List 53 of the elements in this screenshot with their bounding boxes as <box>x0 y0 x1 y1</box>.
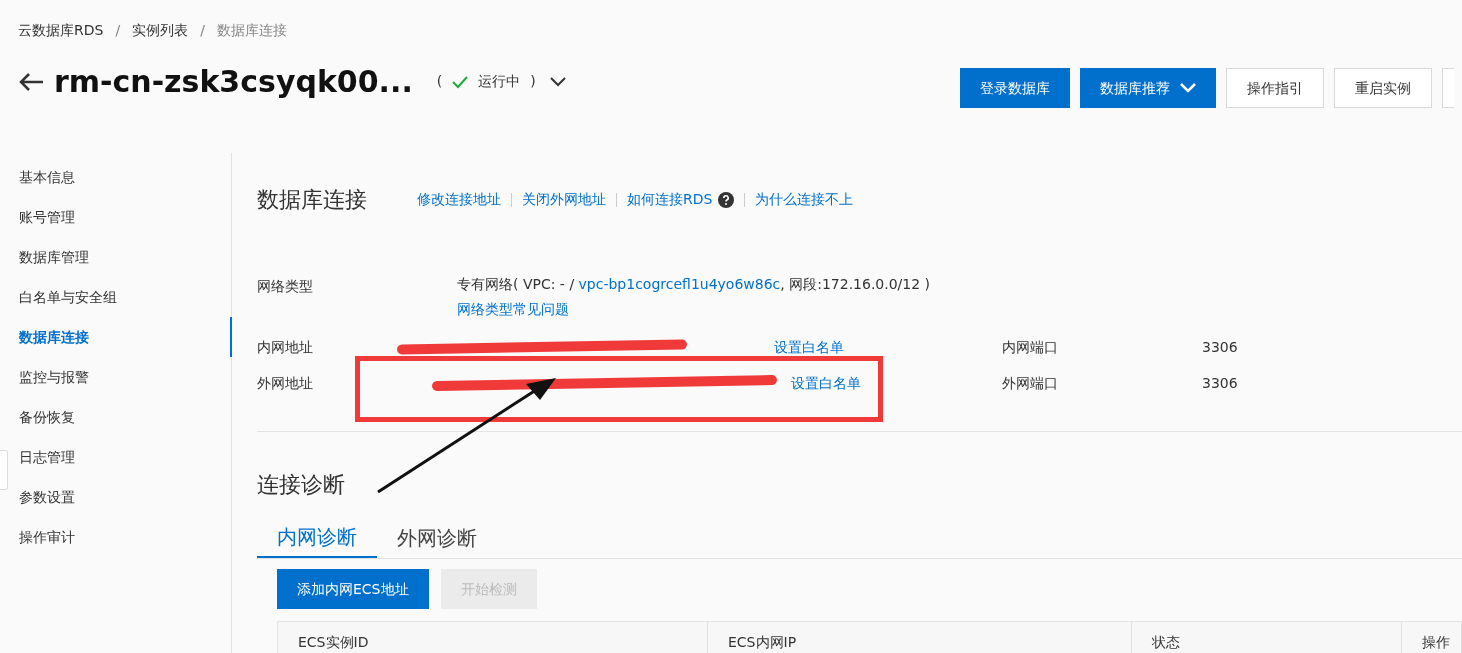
sidebar-item[interactable]: 参数设置 <box>10 477 231 517</box>
vpc-link[interactable]: vpc-bp1cogrcefl1u4yo6w86c <box>578 276 781 292</box>
breadcrumb-separator: / <box>115 21 121 40</box>
sidebar-item[interactable]: 监控与报警 <box>10 357 231 397</box>
network-type-value: 专有网络( VPC: - / vpc-bp1cogrcefl1u4yo6w86c, 网段:172.16.0.0/12 ) 网络类型常见问题 <box>457 275 932 319</box>
faq-link[interactable]: 网络类型常见问题 <box>457 301 569 317</box>
section-title: 数据库连接 <box>257 186 367 214</box>
whitelist-link[interactable]: 设置白名单 <box>791 374 861 391</box>
field-label: 内网地址 <box>257 337 314 357</box>
port-value: 3306 <box>1202 337 1238 357</box>
breadcrumb-item: 数据库连接 <box>216 21 287 40</box>
field-label: 外网地址 <box>257 373 314 393</box>
back-arrow-icon[interactable] <box>18 71 44 92</box>
header-link[interactable]: 为什么连接不上 <box>755 189 854 210</box>
paren: ( <box>436 72 443 91</box>
sidebar-item[interactable]: 数据库管理 <box>10 237 231 277</box>
header-button[interactable]: 操作指引 <box>1226 68 1324 108</box>
action-button[interactable]: 添加内网ECS地址 <box>277 569 429 609</box>
breadcrumb-item[interactable]: 云数据库RDS <box>18 20 104 41</box>
whitelist-link[interactable]: 设置白名单 <box>774 338 844 355</box>
sidebar-item[interactable]: 账号管理 <box>10 197 231 237</box>
chevron-down-icon[interactable] <box>549 76 566 87</box>
breadcrumb-item[interactable]: 实例列表 <box>132 20 189 41</box>
instance-status: 运行中 <box>478 72 521 91</box>
header-button[interactable]: 重启实例 <box>1334 68 1432 108</box>
header-link[interactable]: 如何连接RDS <box>627 189 713 210</box>
chevron-down-icon <box>1180 83 1196 93</box>
sidebar-item[interactable]: 白名单与安全组 <box>10 277 231 317</box>
sidebar-item[interactable]: 日志管理 <box>10 437 231 477</box>
tab[interactable]: 外网诊断 <box>377 518 497 558</box>
sidebar-item[interactable]: 基本信息 <box>10 157 231 197</box>
sidebar-item[interactable]: 操作审计 <box>10 517 231 557</box>
breadcrumb-separator: / <box>200 21 205 40</box>
header-link[interactable]: 修改连接地址 <box>417 189 501 210</box>
column-header: 状态 <box>1132 622 1402 653</box>
field-label: 外网端口 <box>1002 374 1058 391</box>
field-label: 网络类型 <box>257 277 314 296</box>
collapse-handle[interactable] <box>0 450 8 490</box>
paren: ) <box>530 72 536 91</box>
header-button[interactable]: 数据库推荐 <box>1080 68 1216 108</box>
header-link[interactable]: 关闭外网地址 <box>522 189 606 210</box>
help-icon[interactable] <box>718 191 735 208</box>
header-button[interactable]: 登录数据库 <box>960 68 1070 108</box>
tab[interactable]: 内网诊断 <box>257 518 377 558</box>
field-label: 内网端口 <box>1002 338 1058 355</box>
port-value: 3306 <box>1202 373 1238 393</box>
sidebar-item[interactable]: 备份恢复 <box>10 397 231 437</box>
section-title: 连接诊断 <box>257 471 345 499</box>
instance-title: rm-cn-zsk3csyqk00... <box>54 63 413 101</box>
column-header: ECS实例ID <box>278 622 708 653</box>
sidebar-item[interactable]: 数据库连接 <box>10 317 232 357</box>
column-header: ECS内网IP <box>708 622 1132 653</box>
column-header: 操作 <box>1402 622 1462 653</box>
